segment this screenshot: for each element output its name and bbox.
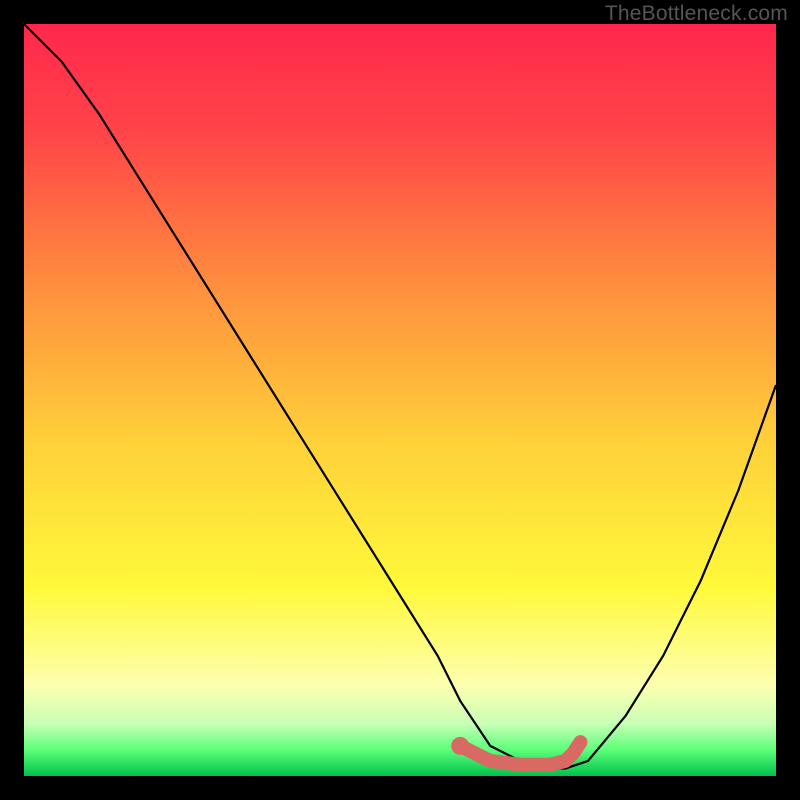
plot-area — [24, 24, 776, 776]
watermark-text: TheBottleneck.com — [605, 2, 788, 26]
optimal-range-start-dot — [451, 737, 469, 755]
chart-svg — [24, 24, 776, 776]
gradient-background — [24, 24, 776, 776]
chart-frame: TheBottleneck.com — [0, 0, 800, 800]
